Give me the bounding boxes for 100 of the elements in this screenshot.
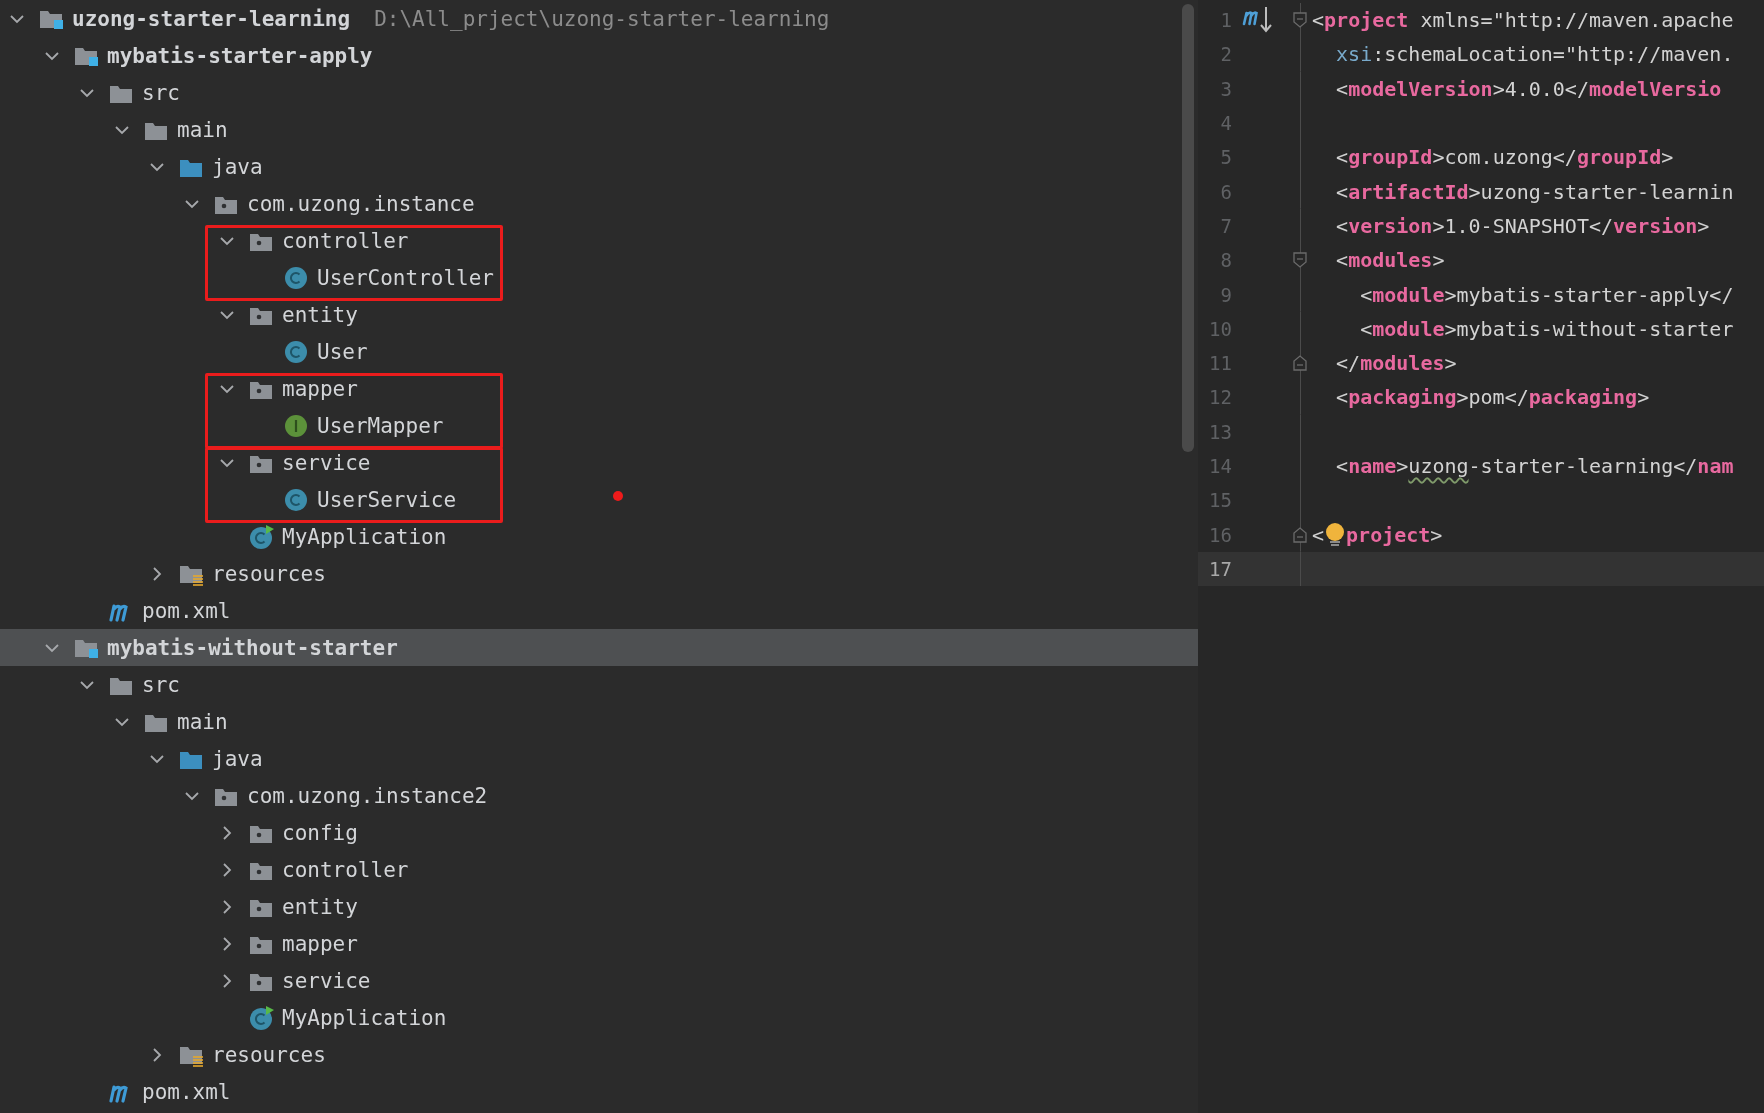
code-token: < (1335, 213, 1349, 238)
tree-row[interactable]: entity (0, 296, 1198, 333)
code-token: groupId (1348, 145, 1433, 170)
tree-row[interactable]: UserController (0, 259, 1198, 296)
fold-icon[interactable] (1293, 252, 1307, 269)
code-token: > (1661, 145, 1674, 170)
code-token: modules (1348, 248, 1433, 273)
tree-item-label: java (212, 746, 263, 771)
tree-row[interactable]: config (0, 814, 1198, 851)
code-token: name (1348, 454, 1397, 478)
code-token: groupId (1576, 145, 1662, 170)
tree-item-label: controller (282, 228, 409, 253)
class-icon (284, 487, 308, 512)
code-token: -starter-learning</ (1468, 454, 1698, 478)
tree-row[interactable]: mapper (0, 370, 1198, 407)
fold-icon[interactable] (1293, 355, 1307, 372)
code-token: nam (1697, 454, 1734, 478)
fold-icon[interactable] (1293, 526, 1307, 543)
tree-row[interactable]: com.uzong.instance (0, 185, 1198, 222)
tree-row[interactable]: entity (0, 888, 1198, 925)
tree-row[interactable]: mybatis-without-starter (0, 629, 1198, 666)
tree-row[interactable]: resources (0, 555, 1198, 592)
line-number: 12 (1208, 386, 1232, 409)
bulb-icon[interactable] (1324, 521, 1347, 548)
tree-row[interactable]: MyApplication (0, 518, 1198, 555)
code-token: > (1444, 351, 1457, 376)
class-icon (284, 265, 308, 290)
tree-row[interactable]: User (0, 333, 1198, 370)
code-token: module (1372, 282, 1445, 307)
tree-row[interactable]: mybatis-starter-apply (0, 37, 1198, 74)
tree-row[interactable]: resources (0, 1036, 1198, 1073)
tree-item-label: mybatis-starter-apply (107, 43, 373, 68)
tree-row[interactable]: MyApplication (0, 999, 1198, 1036)
tree-row[interactable]: java (0, 740, 1198, 777)
tree-item-label: controller (282, 857, 409, 882)
code-token: < (1335, 76, 1349, 101)
line-number: 10 (1208, 317, 1232, 340)
code-token: >1.0-SNAPSHOT</ (1432, 213, 1614, 238)
tree-row[interactable]: src (0, 74, 1198, 111)
line-number: 5 (1219, 146, 1232, 169)
tree-row[interactable]: src (0, 666, 1198, 703)
code-token: < (1335, 248, 1349, 273)
tree-item-label: src (142, 80, 180, 105)
project-path: D:\All_prject\uzong-starter-learning (374, 6, 830, 31)
code-token: < (1359, 316, 1373, 341)
code-token: module (1372, 316, 1445, 341)
tree-item-label: UserService (317, 487, 457, 512)
code-token: >mybatis-starter-apply</ (1444, 282, 1734, 307)
tree-item-label: UserController (317, 265, 494, 290)
tree-item-label: User (317, 339, 368, 364)
fold-icon[interactable] (1293, 12, 1307, 29)
tree-row[interactable]: main (0, 703, 1198, 740)
tree-item-label: java (212, 154, 263, 179)
code-token: >uzong-starter-learnin (1468, 179, 1734, 204)
line-number: 13 (1208, 420, 1232, 443)
tree-item-label: mapper (282, 376, 358, 401)
line-number: 9 (1219, 283, 1232, 306)
tree-item-label: config (282, 820, 358, 845)
code-token: < (1335, 179, 1349, 204)
code-token: < (1359, 282, 1373, 307)
tree-row[interactable]: uzong-starter-learning D:\All_prject\uzong-starter-learning (0, 0, 1198, 37)
code-token: > (1637, 385, 1650, 410)
tree-row[interactable]: com.uzong.instance2 (0, 777, 1198, 814)
tree-row[interactable]: mapper (0, 925, 1198, 962)
tree-item-label: mapper (282, 931, 358, 956)
app-class-icon (249, 1004, 275, 1031)
tree-item-label: UserMapper (317, 413, 444, 438)
line-number: 3 (1219, 77, 1232, 100)
tree-item-label: MyApplication (282, 524, 447, 549)
line-number: 16 (1208, 523, 1232, 546)
code-token: artifactId (1348, 179, 1469, 204)
line-number: 1 (1219, 9, 1232, 32)
tree-row[interactable]: UserMapper (0, 407, 1198, 444)
line-number: 11 (1208, 352, 1232, 375)
line-number: 17 (1208, 557, 1232, 580)
code-token: < (1312, 8, 1325, 33)
tree-row[interactable]: UserService (0, 481, 1198, 518)
tree-item-label: resources (212, 1042, 326, 1067)
tree-row[interactable]: service (0, 962, 1198, 999)
app-class-icon (249, 523, 275, 550)
tree-row[interactable]: main (0, 111, 1198, 148)
tree-row[interactable]: controller (0, 222, 1198, 259)
tree-row[interactable]: java (0, 148, 1198, 185)
tree-item-label: com.uzong.instance (247, 191, 475, 216)
dot-marker (613, 491, 623, 501)
tree-row[interactable]: service (0, 444, 1198, 481)
tree-item-label: main (177, 709, 228, 734)
tree-item-label: MyApplication (282, 1005, 447, 1030)
code-token: modelVersion (1348, 76, 1493, 101)
tree-row[interactable]: controller (0, 851, 1198, 888)
code-token: >com.uzong</ (1432, 145, 1577, 170)
code-token: modelVersio (1588, 76, 1722, 101)
code-token: > (1430, 522, 1443, 547)
tree-row[interactable]: pom.xml (0, 1073, 1198, 1110)
line-number: 4 (1219, 112, 1232, 135)
misspelled-word: uzong (1408, 454, 1469, 478)
tree-row[interactable]: pom.xml (0, 592, 1198, 629)
code-token: >4.0.0</ (1492, 76, 1589, 101)
tree-item-label: pom.xml (142, 598, 231, 623)
scrollbar[interactable] (1182, 4, 1194, 452)
